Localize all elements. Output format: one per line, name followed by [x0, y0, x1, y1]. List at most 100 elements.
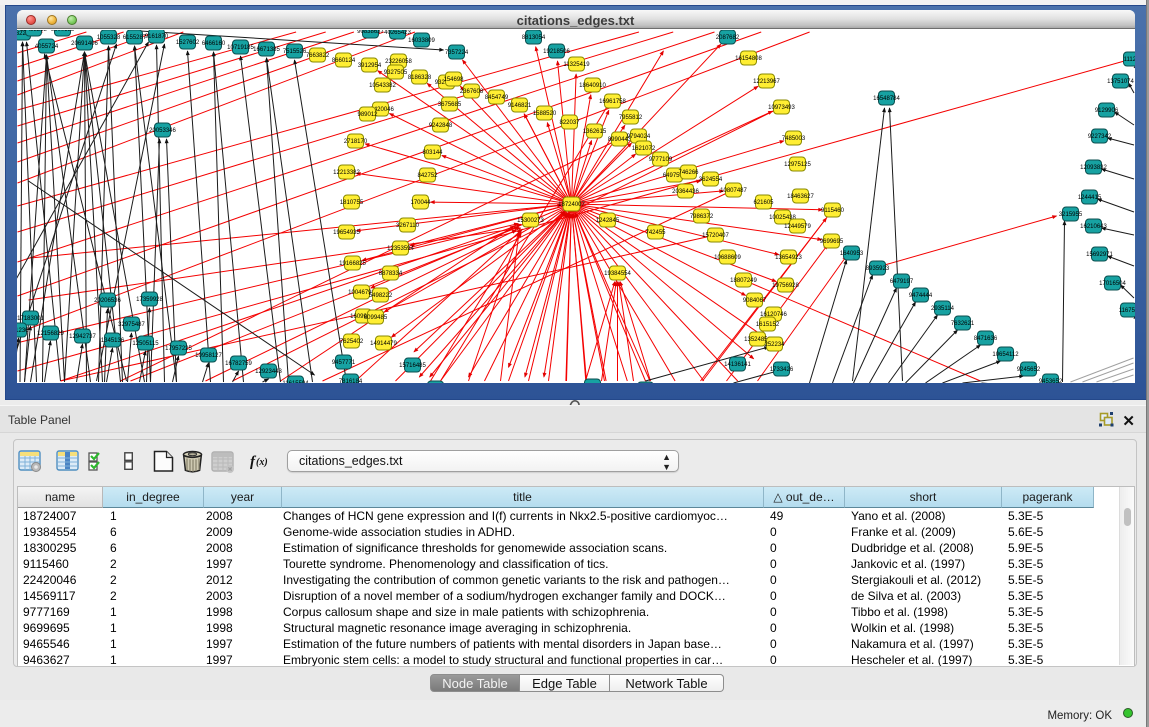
svg-text:1588520: 1588520 — [532, 111, 556, 117]
svg-text:9474444: 9474444 — [908, 293, 932, 299]
svg-text:16961758: 16961758 — [599, 99, 626, 105]
svg-text:12923443: 12923443 — [255, 369, 282, 375]
svg-text:10973493: 10973493 — [768, 105, 795, 111]
svg-text:19756928: 19756928 — [772, 283, 799, 289]
svg-text:6479197: 6479197 — [889, 279, 913, 285]
svg-text:12156829: 12156829 — [37, 331, 64, 337]
svg-text:12213967: 12213967 — [753, 79, 780, 85]
svg-text:10433218: 10433218 — [20, 30, 47, 33]
svg-text:11615594: 11615594 — [282, 381, 309, 383]
svg-text:5498222: 5498222 — [368, 293, 392, 299]
svg-text:19166825: 19166825 — [339, 261, 366, 267]
svg-text:9245652: 9245652 — [1016, 367, 1040, 373]
svg-text:7986372: 7986372 — [689, 214, 713, 220]
svg-text:842752: 842752 — [417, 173, 438, 179]
svg-text:391236: 391236 — [17, 328, 29, 334]
svg-text:18807249: 18807249 — [730, 278, 757, 284]
svg-text:746266: 746266 — [678, 170, 699, 176]
svg-text:9146821: 9146821 — [507, 103, 531, 109]
svg-text:3675685: 3675685 — [437, 102, 461, 108]
svg-text:9115460: 9115460 — [821, 208, 845, 214]
svg-text:16154808: 16154808 — [735, 56, 762, 62]
svg-text:8813054: 8813054 — [521, 35, 545, 41]
svg-text:116753: 116753 — [1118, 308, 1134, 314]
svg-text:8186328: 8186328 — [407, 75, 431, 81]
svg-text:19384554: 19384554 — [604, 271, 631, 277]
svg-text:7955812: 7955812 — [618, 115, 642, 121]
svg-text:742455: 742455 — [645, 230, 666, 236]
svg-text:12449579: 12449579 — [784, 224, 811, 230]
svg-text:1362615: 1362615 — [582, 129, 606, 135]
svg-text:1615152: 1615152 — [755, 322, 779, 328]
svg-text:822037: 822037 — [559, 120, 580, 126]
svg-text:1810755: 1810755 — [339, 200, 363, 206]
svg-text:20053346: 20053346 — [149, 128, 176, 134]
svg-text:17183001: 17183001 — [17, 316, 44, 322]
svg-text:12093832: 12093832 — [1080, 165, 1107, 171]
svg-text:13654923: 13654923 — [775, 255, 802, 261]
svg-text:19654935: 19654935 — [333, 230, 360, 236]
svg-text:803144: 803144 — [422, 150, 443, 156]
svg-text:18463627: 18463627 — [787, 194, 814, 200]
svg-text:1345136: 1345136 — [100, 338, 124, 344]
svg-text:14136141: 14136141 — [724, 362, 751, 368]
svg-text:12213382: 12213382 — [333, 170, 360, 176]
svg-text:9227342: 9227342 — [1087, 134, 1111, 140]
svg-text:170044: 170044 — [410, 200, 431, 206]
svg-text:15720407: 15720407 — [702, 233, 729, 239]
svg-text:3912954: 3912954 — [357, 63, 381, 69]
svg-text:6155287: 6155287 — [122, 35, 146, 41]
svg-text:16782759: 16782759 — [225, 361, 252, 367]
svg-text:252234: 252234 — [764, 342, 785, 348]
svg-text:10543382: 10543382 — [369, 83, 396, 89]
svg-text:14914479: 14914479 — [370, 341, 397, 347]
svg-text:18724007: 18724007 — [558, 202, 585, 208]
svg-text:9777109: 9777109 — [648, 157, 672, 163]
svg-text:8471636: 8471636 — [973, 336, 997, 342]
svg-text:16671385: 16671385 — [253, 47, 280, 53]
svg-text:7485003: 7485003 — [781, 136, 805, 142]
svg-text:12353594: 12353594 — [387, 246, 414, 252]
svg-text:1055328: 1055328 — [96, 35, 120, 41]
svg-text:20364436: 20364436 — [672, 189, 699, 195]
svg-text:7357224: 7357224 — [444, 50, 468, 56]
svg-text:7515526: 7515526 — [282, 49, 306, 55]
svg-text:8660124: 8660124 — [331, 58, 355, 64]
svg-text:10719185: 10719185 — [227, 45, 254, 51]
svg-text:6466160: 6466160 — [201, 41, 225, 47]
svg-text:3215955: 3215955 — [1058, 212, 1082, 218]
svg-text:17957225: 17957225 — [165, 346, 192, 352]
svg-text:9457771: 9457771 — [331, 360, 355, 366]
svg-text:9084067: 9084067 — [742, 298, 766, 304]
svg-text:9327505: 9327505 — [383, 70, 407, 76]
svg-text:17359928: 17359928 — [136, 297, 163, 303]
svg-text:15716485: 15716485 — [399, 363, 426, 369]
svg-text:9453652: 9453652 — [1038, 379, 1062, 383]
svg-text:10654112: 10654112 — [992, 352, 1019, 358]
svg-text:7632621: 7632621 — [950, 321, 974, 327]
svg-text:989012: 989012 — [357, 112, 378, 118]
svg-text:40265423: 40265423 — [384, 30, 411, 36]
svg-text:10688609: 10688609 — [714, 255, 741, 261]
svg-text:15692971: 15692971 — [1086, 252, 1113, 258]
svg-text:621605: 621605 — [753, 200, 774, 206]
svg-text:17016504: 17016504 — [1099, 281, 1126, 287]
svg-text:19218506: 19218506 — [543, 49, 570, 55]
svg-text:1621072: 1621072 — [631, 146, 655, 152]
svg-text:1242845: 1242845 — [595, 218, 619, 224]
svg-text:9699695: 9699695 — [819, 239, 843, 245]
svg-text:9129906: 9129906 — [1094, 108, 1118, 114]
svg-text:8935923: 8935923 — [865, 266, 889, 272]
svg-text:6099485: 6099485 — [363, 315, 387, 321]
svg-text:7816184: 7816184 — [338, 379, 362, 383]
svg-text:20206536: 20206536 — [94, 298, 121, 304]
svg-text:154698: 154698 — [443, 77, 464, 83]
svg-text:16033809: 16033809 — [408, 38, 435, 44]
svg-text:(x): (x) — [256, 457, 268, 468]
svg-text:12975125: 12975125 — [784, 162, 811, 168]
svg-text:2087682: 2087682 — [715, 35, 739, 41]
svg-text:32975487: 32975487 — [118, 322, 145, 328]
svg-text:18640910: 18640910 — [579, 83, 606, 89]
svg-text:7625402: 7625402 — [339, 339, 363, 345]
svg-text:1527602: 1527602 — [175, 40, 199, 46]
